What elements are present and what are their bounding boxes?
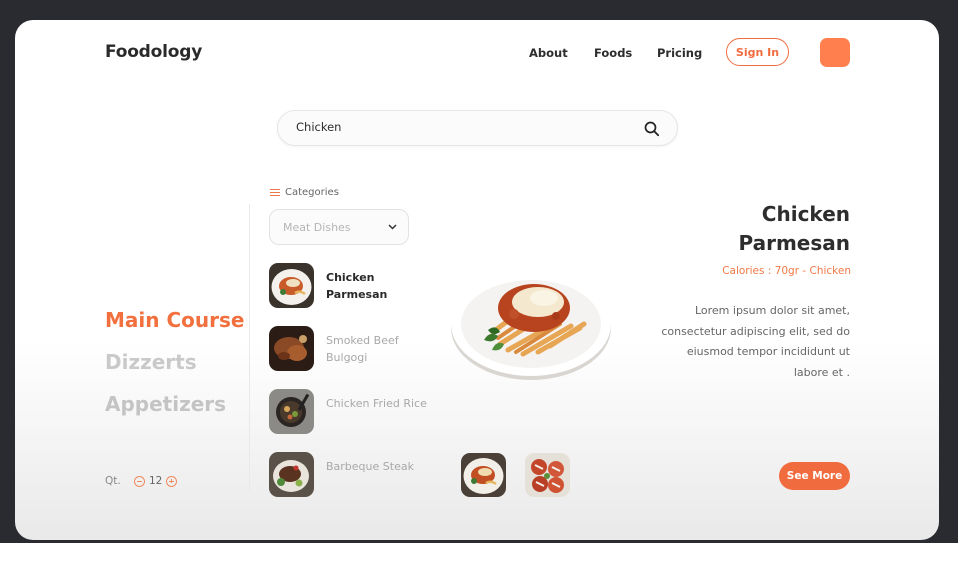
course-main-course[interactable]: Main Course xyxy=(105,308,244,332)
increase-quantity-button[interactable] xyxy=(166,476,177,487)
quantity-label: Qt. xyxy=(105,475,121,487)
dish-calories: Calories : 70gr - Chicken xyxy=(722,265,851,277)
food-thumbnail xyxy=(269,389,314,434)
app-window: Foodology About Foods Pricing Sign In Ca… xyxy=(15,20,939,540)
nav-foods[interactable]: Foods xyxy=(594,46,632,60)
food-thumbnail xyxy=(269,263,314,308)
decrease-quantity-button[interactable] xyxy=(134,476,145,487)
menu-item-name: Smoked Beef Bulgogi xyxy=(326,334,399,364)
menu-item-name: Chicken Parmesan xyxy=(326,271,388,301)
category-select[interactable]: Meat Dishes xyxy=(269,209,409,245)
menu-item-chicken-fried-rice[interactable]: Chicken Fried Rice xyxy=(269,389,439,435)
menu-item-barbeque-steak[interactable]: Barbeque Steak xyxy=(269,452,439,498)
menu-item-smoked-beef-bulgogi[interactable]: Smoked Beef Bulgogi xyxy=(269,326,439,372)
menu-icon xyxy=(270,188,280,197)
categories-label: Categories xyxy=(285,187,339,198)
quantity-value: 12 xyxy=(149,475,163,487)
divider xyxy=(249,204,250,492)
nav-pricing[interactable]: Pricing xyxy=(657,46,702,60)
dish-title-line: Parmesan xyxy=(738,231,850,255)
menu-item-name: Chicken Fried Rice xyxy=(326,397,427,410)
search-input[interactable] xyxy=(296,120,626,134)
categories-label-row: Categories xyxy=(270,187,339,198)
dish-title: Chicken Parmesan xyxy=(655,200,850,258)
dish-image xyxy=(451,272,611,380)
dish-description: Lorem ipsum dolor sit amet, consectetur … xyxy=(661,304,850,379)
course-appetizers[interactable]: Appetizers xyxy=(105,392,226,416)
nav-about[interactable]: About xyxy=(529,46,568,60)
chevron-down-icon xyxy=(388,224,397,230)
dish-title-line: Chicken xyxy=(761,202,850,226)
bottom-strip xyxy=(0,543,958,582)
gallery-thumbnail[interactable] xyxy=(525,453,570,497)
course-dizzerts[interactable]: Dizzerts xyxy=(105,350,197,374)
gallery-thumbnail[interactable] xyxy=(461,453,506,497)
menu-item-name: Barbeque Steak xyxy=(326,460,414,473)
logo[interactable]: Foodology xyxy=(105,42,202,62)
avatar[interactable] xyxy=(820,38,850,67)
search-bar[interactable] xyxy=(277,110,678,146)
menu-item-chicken-parmesan[interactable]: Chicken Parmesan xyxy=(269,263,439,309)
signin-button[interactable]: Sign In xyxy=(726,38,789,66)
food-thumbnail xyxy=(269,326,314,371)
see-more-button[interactable]: See More xyxy=(779,462,850,490)
category-select-value: Meat Dishes xyxy=(283,221,351,234)
search-icon[interactable] xyxy=(643,120,661,138)
food-thumbnail xyxy=(269,452,314,497)
